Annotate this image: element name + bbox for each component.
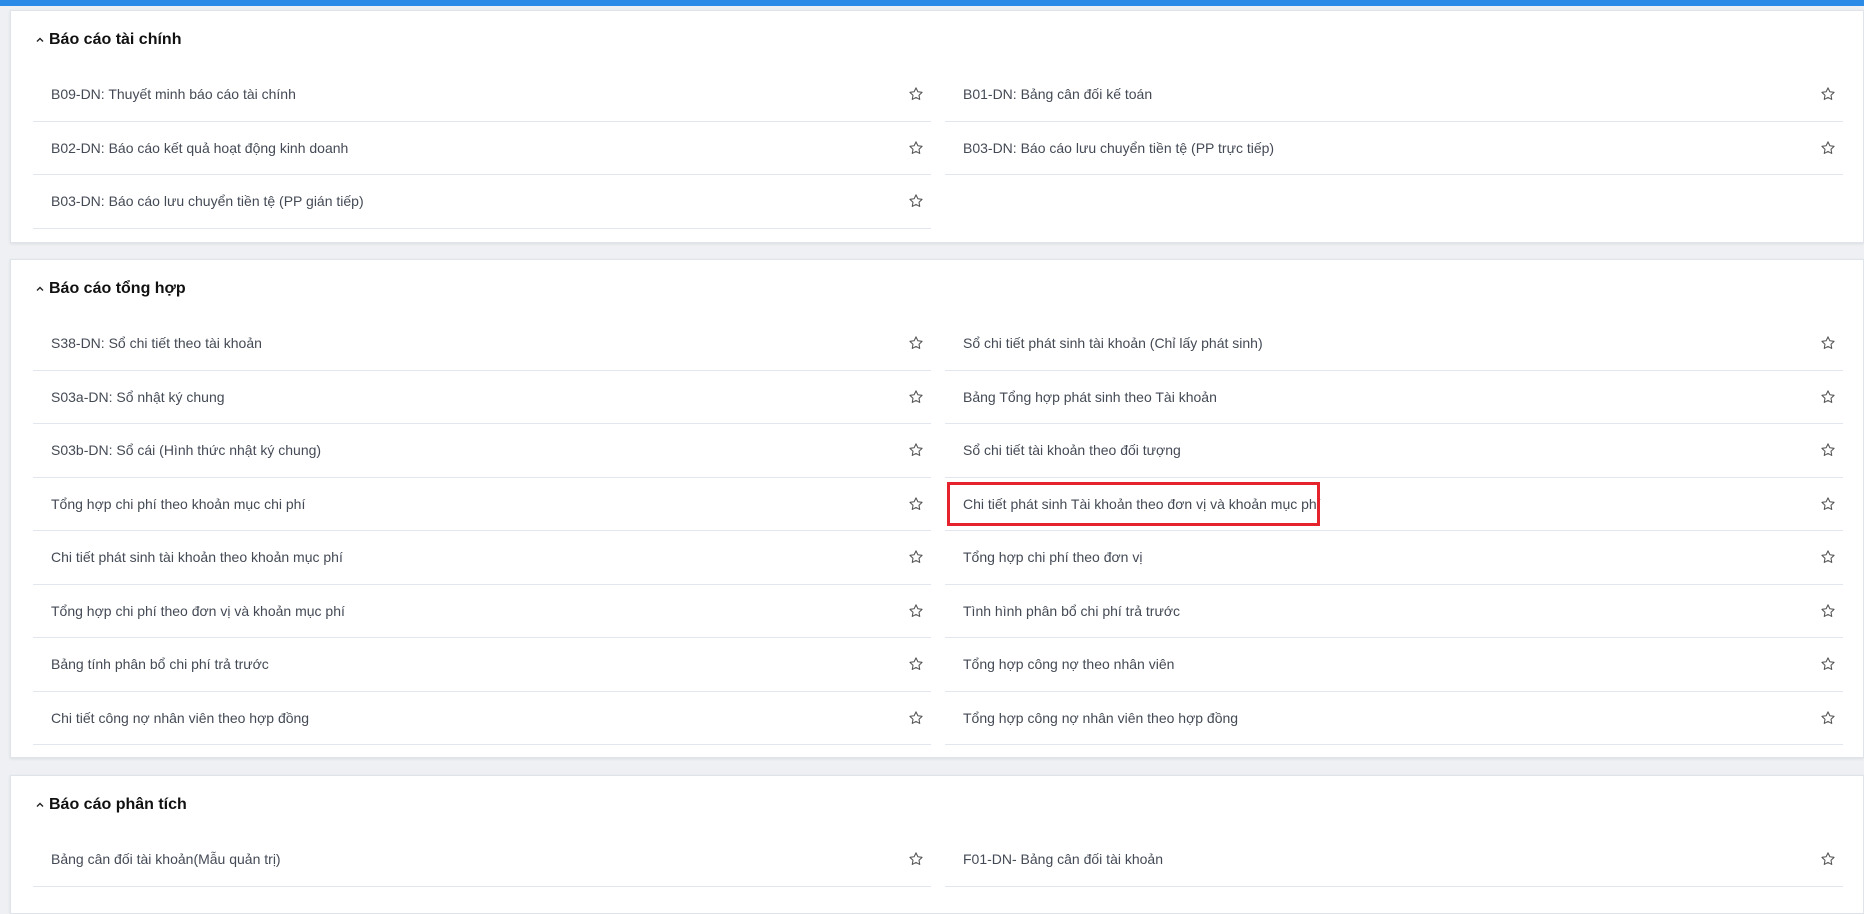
report-item[interactable]: Chi tiết phát sinh tài khoản theo khoản … (33, 531, 931, 585)
star-outline-icon[interactable] (1819, 709, 1837, 727)
report-item[interactable]: Tổng hợp công nợ theo nhân viên (945, 638, 1843, 692)
chevron-up-icon[interactable] (33, 33, 47, 47)
report-item[interactable]: Bảng tính phân bổ chi phí trả trước (33, 638, 931, 692)
report-item[interactable]: Sổ chi tiết phát sinh tài khoản (Chỉ lấy… (945, 317, 1843, 371)
section-header[interactable]: Báo cáo tổng hợp (33, 278, 186, 300)
report-list: S38-DN: Sổ chi tiết theo tài khoản Sổ ch… (33, 317, 1843, 745)
section-financial-reports: Báo cáo tài chính B09-DN: Thuyết minh bá… (10, 10, 1864, 243)
report-item[interactable]: S03b-DN: Sổ cái (Hình thức nhật ký chung… (33, 424, 931, 478)
report-item-highlighted[interactable]: Chi tiết phát sinh Tài khoản theo đơn vị… (945, 478, 1843, 531)
section-summary-reports: Báo cáo tổng hợp S38-DN: Sổ chi tiết the… (10, 259, 1864, 758)
star-outline-icon[interactable] (1819, 850, 1837, 868)
report-item-label: Tổng hợp công nợ nhân viên theo hợp đồng (963, 709, 1239, 726)
section-header[interactable]: Báo cáo tài chính (33, 29, 181, 51)
section-title: Báo cáo tổng hợp (49, 280, 186, 297)
report-item[interactable]: S03a-DN: Sổ nhật ký chung (33, 371, 931, 424)
report-item-label: Chi tiết công nợ nhân viên theo hợp đồng (51, 709, 310, 726)
report-item[interactable]: B01-DN: Bảng cân đối kế toán (945, 68, 1843, 122)
report-item[interactable]: S38-DN: Sổ chi tiết theo tài khoản (33, 317, 931, 371)
star-outline-icon[interactable] (1819, 334, 1837, 352)
report-item-label: Tổng hợp công nợ theo nhân viên (963, 656, 1175, 673)
report-item-label: Tổng hợp chi phí theo đơn vị và khoản mụ… (51, 602, 345, 619)
star-outline-icon[interactable] (1819, 548, 1837, 566)
report-item[interactable]: B09-DN: Thuyết minh báo cáo tài chính (33, 68, 931, 122)
star-outline-icon[interactable] (1819, 602, 1837, 620)
report-item-label: Sổ chi tiết tài khoản theo đối tượng (963, 442, 1181, 459)
star-outline-icon[interactable] (907, 602, 925, 620)
star-outline-icon[interactable] (907, 334, 925, 352)
star-outline-icon[interactable] (1819, 495, 1837, 513)
star-outline-icon[interactable] (1819, 85, 1837, 103)
star-outline-icon[interactable] (907, 192, 925, 210)
star-outline-icon[interactable] (907, 655, 925, 673)
report-item-label: Tổng hợp chi phí theo đơn vị (963, 549, 1143, 566)
chevron-up-icon[interactable] (33, 798, 47, 812)
report-item[interactable]: Chi tiết công nợ nhân viên theo hợp đồng (33, 692, 931, 745)
report-item-label: F01-DN- Bảng cân đối tài khoản (963, 851, 1163, 868)
star-outline-icon[interactable] (1819, 139, 1837, 157)
report-item-label: S03b-DN: Sổ cái (Hình thức nhật ký chung… (51, 442, 322, 459)
report-item[interactable]: Tổng hợp chi phí theo đơn vị và khoản mụ… (33, 585, 931, 638)
report-item[interactable]: Bảng Tổng hợp phát sinh theo Tài khoản (945, 371, 1843, 424)
star-outline-icon[interactable] (907, 548, 925, 566)
report-item-label: Bảng tính phân bổ chi phí trả trước (51, 656, 269, 673)
report-item-label: Chi tiết phát sinh Tài khoản theo đơn vị… (963, 495, 1321, 512)
star-outline-icon[interactable] (907, 139, 925, 157)
report-item[interactable]: Tình hình phân bổ chi phí trả trước (945, 585, 1843, 638)
report-item-label: Chi tiết phát sinh tài khoản theo khoản … (51, 549, 343, 566)
star-outline-icon[interactable] (907, 441, 925, 459)
star-outline-icon[interactable] (907, 85, 925, 103)
report-item-label: Tình hình phân bổ chi phí trả trước (963, 602, 1181, 619)
report-item-label: B03-DN: Báo cáo lưu chuyển tiền tệ (PP t… (963, 139, 1275, 156)
report-item[interactable]: B02-DN: Báo cáo kết quả hoạt động kinh d… (33, 122, 931, 175)
star-outline-icon[interactable] (1819, 388, 1837, 406)
star-outline-icon[interactable] (907, 495, 925, 513)
report-list: Bảng cân đối tài khoản(Mẫu quản trị) F01… (33, 833, 1843, 887)
report-item-label: B01-DN: Bảng cân đối kế toán (963, 86, 1153, 103)
report-item-label: S03a-DN: Sổ nhật ký chung (51, 388, 225, 405)
report-item[interactable]: Tổng hợp chi phí theo đơn vị (945, 531, 1843, 585)
report-item[interactable]: F01-DN- Bảng cân đối tài khoản (945, 833, 1843, 887)
report-item[interactable]: B03-DN: Báo cáo lưu chuyển tiền tệ (PP t… (945, 122, 1843, 175)
star-outline-icon[interactable] (1819, 655, 1837, 673)
section-title: Báo cáo phân tích (49, 796, 187, 813)
report-item[interactable]: Tổng hợp chi phí theo khoản mục chi phí (33, 478, 931, 531)
report-item-label: S38-DN: Sổ chi tiết theo tài khoản (51, 335, 262, 352)
report-item[interactable]: B03-DN: Báo cáo lưu chuyển tiền tệ (PP g… (33, 175, 931, 229)
chevron-up-icon[interactable] (33, 282, 47, 296)
star-outline-icon[interactable] (1819, 441, 1837, 459)
report-item-label: B02-DN: Báo cáo kết quả hoạt động kinh d… (51, 139, 349, 156)
section-title: Báo cáo tài chính (49, 31, 182, 48)
report-item-label: Bảng cân đối tài khoản(Mẫu quản trị) (51, 851, 281, 868)
report-item-label: B09-DN: Thuyết minh báo cáo tài chính (51, 86, 296, 103)
report-item-label: Tổng hợp chi phí theo khoản mục chi phí (51, 495, 306, 512)
star-outline-icon[interactable] (907, 709, 925, 727)
section-header[interactable]: Báo cáo phân tích (33, 794, 187, 816)
report-item[interactable]: Tổng hợp công nợ nhân viên theo hợp đồng (945, 692, 1843, 745)
report-item[interactable]: Bảng cân đối tài khoản(Mẫu quản trị) (33, 833, 931, 887)
star-outline-icon[interactable] (907, 850, 925, 868)
report-list: B09-DN: Thuyết minh báo cáo tài chính B0… (33, 68, 1843, 229)
report-item-label: Bảng Tổng hợp phát sinh theo Tài khoản (963, 388, 1217, 405)
section-analysis-reports: Báo cáo phân tích Bảng cân đối tài khoản… (10, 775, 1864, 914)
star-outline-icon[interactable] (907, 388, 925, 406)
report-item-label: Sổ chi tiết phát sinh tài khoản (Chỉ lấy… (963, 335, 1263, 352)
report-item-label: B03-DN: Báo cáo lưu chuyển tiền tệ (PP g… (51, 193, 364, 210)
report-item[interactable]: Sổ chi tiết tài khoản theo đối tượng (945, 424, 1843, 478)
top-accent-bar (0, 0, 1864, 6)
